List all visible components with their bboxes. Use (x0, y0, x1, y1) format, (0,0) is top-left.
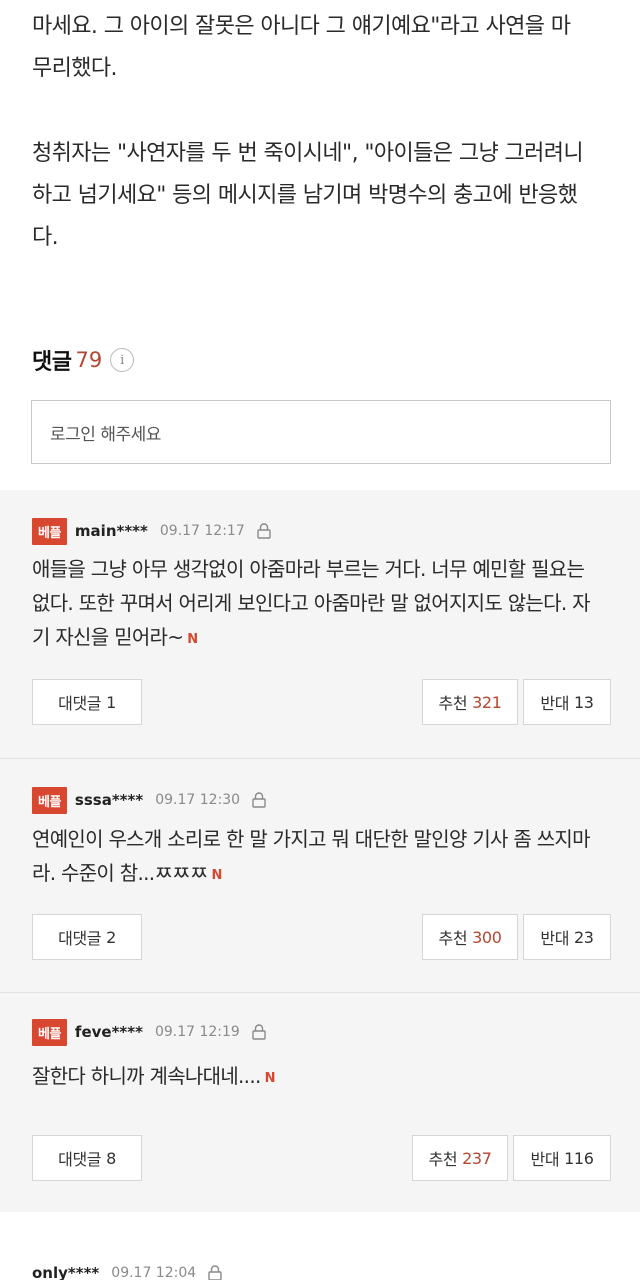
lock-icon[interactable] (250, 1023, 268, 1041)
like-count: 300 (472, 927, 502, 947)
comments-title: 댓글 (32, 350, 72, 375)
comments-count: 79 (75, 348, 103, 372)
reply-count: 8 (106, 1148, 116, 1168)
comment-line: 잘한다 하니까 계속나대네.... (32, 1064, 261, 1088)
comment-text: 연예인이 우스개 소리로 한 말 가지고 뭐 대단한 말인양 기사 좀 쓰지마 … (32, 822, 617, 893)
comment-line: 애들을 그냥 아무 생각없이 아줌마라 부르는 거다. 너무 예민할 필요는 (32, 557, 585, 581)
dislike-button[interactable]: 반대 23 (523, 914, 611, 960)
like-button[interactable]: 추천 321 (422, 679, 518, 725)
reply-count: 1 (106, 692, 116, 712)
like-label: 추천 (428, 1150, 458, 1169)
login-prompt-text: 로그인 해주세요 (50, 424, 161, 445)
comment-username[interactable]: sssa**** (75, 791, 143, 809)
comment-meta: 베플 main**** 09.17 12:17 (32, 517, 273, 545)
comment-meta: 베플 feve**** 09.17 12:19 (32, 1018, 268, 1046)
article-line: 마세요. 그 아이의 잘못은 아니다 그 얘기예요"라고 사연을 마 (32, 14, 571, 39)
like-label: 추천 (438, 929, 468, 948)
comment-text: 애들을 그냥 아무 생각없이 아줌마라 부르는 거다. 너무 예민할 필요는 없… (32, 552, 617, 657)
lock-icon[interactable] (255, 522, 273, 540)
article-paragraph: 청취자는 "사연자를 두 번 죽이시네", "아이들은 그냥 그러려니 하고 넘… (32, 133, 622, 259)
dislike-label: 반대 (530, 1150, 560, 1169)
best-badge: 베플 (32, 1018, 67, 1046)
comment-timestamp: 09.17 12:19 (154, 1024, 240, 1040)
comment-username[interactable]: feve**** (75, 1023, 143, 1041)
article-line: 청취자는 "사연자를 두 번 죽이시네", "아이들은 그냥 그러려니 (32, 141, 584, 166)
like-count: 321 (472, 692, 502, 712)
comment-line: 라. 수준이 참...ㅉㅉㅉ (32, 861, 208, 885)
comment-line: 기 자신을 믿어라~ (32, 625, 184, 649)
best-badge: 베플 (32, 786, 67, 814)
dislike-button[interactable]: 반대 116 (513, 1135, 611, 1181)
reply-button[interactable]: 대댓글 8 (32, 1135, 142, 1181)
article-line: 하고 넘기세요" 등의 메시지를 남기며 박명수의 충고에 반응했 (32, 183, 578, 208)
comment-text: 잘한다 하니까 계속나대네.... N (32, 1059, 617, 1096)
info-icon[interactable]: i (110, 348, 135, 372)
dislike-count: 116 (564, 1148, 594, 1168)
comments-header: 댓글 79 i (32, 344, 135, 376)
new-n-icon: N (187, 632, 198, 647)
comment-list: 베플 main**** 09.17 12:17 애들을 그냥 아무 생각없이 아… (0, 490, 640, 1212)
like-button[interactable]: 추천 300 (422, 914, 518, 960)
login-prompt-input[interactable]: 로그인 해주세요 (31, 400, 611, 464)
article-body: 마세요. 그 아이의 잘못은 아니다 그 얘기예요"라고 사연을 마 무리했다.… (32, 0, 622, 259)
new-n-icon: N (264, 1071, 276, 1086)
reply-count: 2 (106, 927, 116, 947)
article-line: 무리했다. (32, 56, 118, 81)
lock-icon[interactable] (250, 791, 268, 809)
comment-timestamp: 09.17 12:30 (155, 792, 241, 808)
comment-username[interactable]: main**** (75, 522, 148, 540)
new-n-icon: N (211, 868, 223, 883)
reply-label: 대댓글 (58, 694, 102, 713)
comment-divider (0, 758, 640, 759)
comment-username[interactable]: only**** (32, 1264, 99, 1280)
like-label: 추천 (438, 694, 468, 713)
dislike-label: 반대 (540, 929, 570, 948)
reply-label: 대댓글 (58, 929, 102, 948)
best-badge: 베플 (32, 517, 67, 545)
article-line: 다. (32, 225, 59, 250)
comment-timestamp: 09.17 12:17 (159, 523, 245, 539)
reply-label: 대댓글 (58, 1150, 102, 1169)
like-button[interactable]: 추천 237 (412, 1135, 508, 1181)
dislike-count: 23 (574, 927, 594, 947)
lock-icon[interactable] (206, 1264, 224, 1280)
reply-button[interactable]: 대댓글 2 (32, 914, 142, 960)
dislike-count: 13 (574, 692, 594, 712)
comment-meta: only**** 09.17 12:04 (32, 1264, 224, 1280)
like-count: 237 (462, 1148, 492, 1168)
comment-divider (0, 992, 640, 993)
dislike-label: 반대 (540, 694, 570, 713)
comment-line: 연예인이 우스개 소리로 한 말 가지고 뭐 대단한 말인양 기사 좀 쓰지마 (32, 827, 591, 851)
comment-timestamp: 09.17 12:04 (111, 1265, 197, 1280)
comment-line: 없다. 또한 꾸며서 어리게 보인다고 아줌마란 말 없어지지도 않는다. 자 (32, 591, 591, 615)
comment-meta: 베플 sssa**** 09.17 12:30 (32, 786, 268, 814)
article-paragraph: 마세요. 그 아이의 잘못은 아니다 그 얘기예요"라고 사연을 마 무리했다. (32, 6, 622, 90)
comment-item: only**** 09.17 12:04 (0, 1212, 640, 1280)
dislike-button[interactable]: 반대 13 (523, 679, 611, 725)
reply-button[interactable]: 대댓글 1 (32, 679, 142, 725)
